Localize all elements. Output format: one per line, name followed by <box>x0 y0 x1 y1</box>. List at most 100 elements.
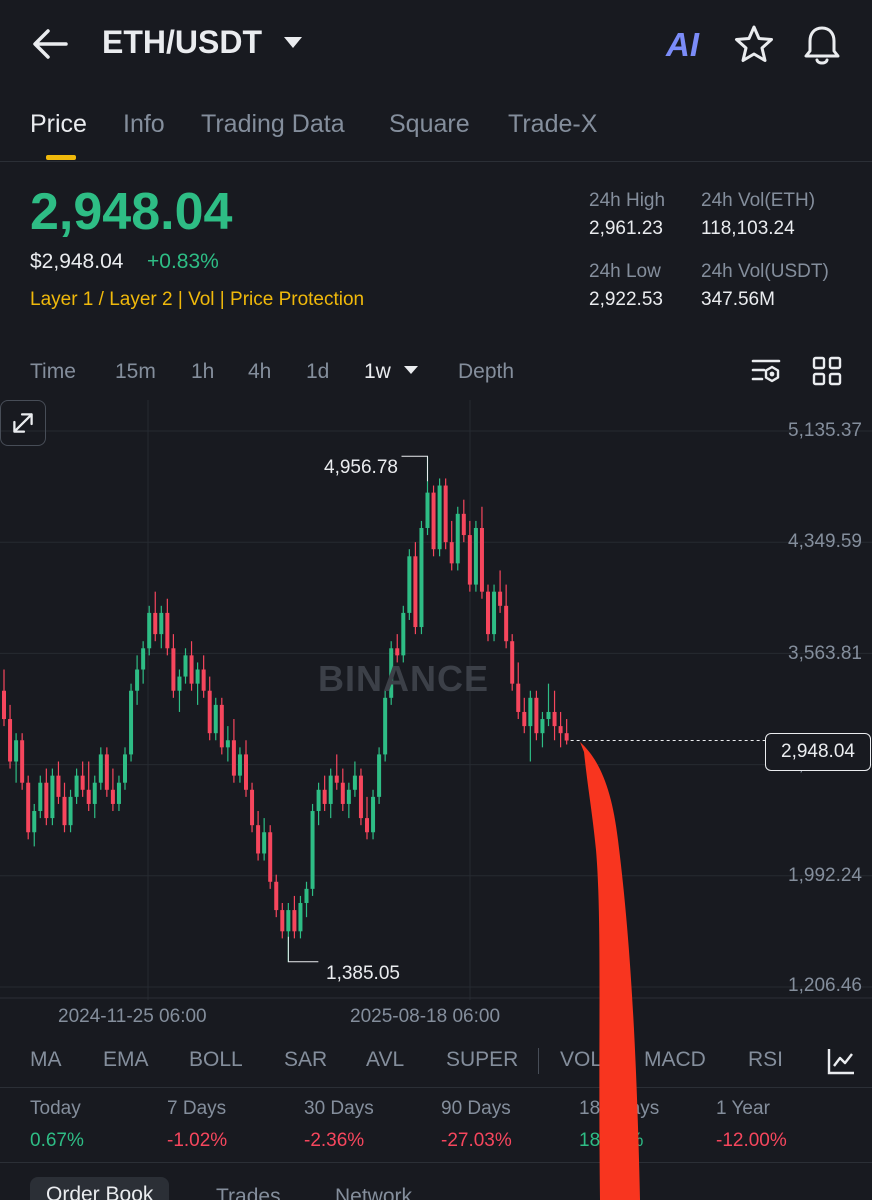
tab-trading-data[interactable]: Trading Data <box>201 110 345 139</box>
candle-body <box>546 711 551 720</box>
interval-1w[interactable]: 1w <box>364 360 391 384</box>
ai-icon[interactable]: AI <box>666 26 699 64</box>
tag-layer[interactable]: Layer 1 / Layer 2 <box>30 289 173 310</box>
perf-value: 0.67% <box>30 1130 84 1151</box>
candle-body <box>177 676 182 691</box>
indicator-sar[interactable]: SAR <box>284 1048 327 1072</box>
tab-network[interactable]: Network <box>335 1185 412 1200</box>
tag-row: Layer 1 / Layer 2 | Vol | Price Protecti… <box>30 289 365 310</box>
interval-1h[interactable]: 1h <box>191 360 214 384</box>
candle-body <box>564 733 569 741</box>
candle-body <box>510 641 515 684</box>
candle-body <box>86 789 91 804</box>
candle-body <box>62 796 67 826</box>
tab-square[interactable]: Square <box>389 110 470 139</box>
candle-body <box>92 782 97 804</box>
back-arrow-icon[interactable] <box>30 26 70 62</box>
indicator-vol[interactable]: VOL <box>560 1048 602 1072</box>
grid-layout-icon[interactable] <box>812 356 842 386</box>
bell-icon[interactable] <box>802 24 842 66</box>
perf-value: -2.36% <box>304 1130 365 1151</box>
tab-trade-x[interactable]: Trade-X <box>508 110 597 139</box>
candle-body <box>207 690 212 734</box>
perf-label: 90 Days <box>441 1098 511 1119</box>
tab-info[interactable]: Info <box>123 110 165 139</box>
x-tick-label: 2025-08-18 06:00 <box>350 1006 501 1027</box>
expand-icon[interactable] <box>0 400 46 446</box>
candle-body <box>116 782 121 804</box>
candle-body <box>298 903 303 932</box>
indicator-divider <box>538 1048 539 1074</box>
high-leader-line <box>401 455 428 482</box>
indicator-boll[interactable]: BOLL <box>189 1048 243 1072</box>
y-tick-label: 1,206.46 <box>788 975 862 996</box>
candle-body <box>401 612 406 656</box>
last-price: 2,948.04 <box>30 183 233 241</box>
y-tick-label: 3,563.81 <box>788 643 862 664</box>
low-value: 2,922.53 <box>589 289 663 310</box>
indicator-macd[interactable]: MACD <box>644 1048 706 1072</box>
perf-value: -27.03% <box>441 1130 512 1151</box>
interval-15m[interactable]: 15m <box>115 360 156 384</box>
candle-body <box>165 612 170 649</box>
candle-body <box>171 648 176 691</box>
tag-price-protection[interactable]: Price Protection <box>230 289 364 310</box>
indicator-ma[interactable]: MA <box>30 1048 62 1072</box>
candle-body <box>304 888 309 904</box>
candle-body <box>498 591 503 606</box>
interval-time[interactable]: Time <box>30 360 76 384</box>
candle-body <box>528 697 533 727</box>
vol-usdt-value: 347.56M <box>701 289 775 310</box>
tab-trades[interactable]: Trades <box>216 1185 281 1200</box>
indicator-rsi[interactable]: RSI <box>748 1048 783 1072</box>
low-leader-line <box>287 936 319 963</box>
interval-chevron-icon[interactable] <box>404 366 418 374</box>
candle-body <box>256 825 261 854</box>
candle-body <box>383 697 388 755</box>
candle-body <box>274 881 279 911</box>
perf-label: 30 Days <box>304 1098 374 1119</box>
bottom-tabs: Order Book Trades Network <box>0 1162 872 1200</box>
candle-body <box>8 719 13 762</box>
binance-watermark: BINANCE <box>318 658 490 699</box>
candle-body <box>358 775 363 819</box>
candlestick-chart[interactable] <box>0 400 872 1040</box>
chevron-down-icon[interactable] <box>284 37 302 48</box>
candle-body <box>352 775 357 790</box>
tag-vol[interactable]: Vol <box>188 289 214 310</box>
interval-depth[interactable]: Depth <box>458 360 514 384</box>
candle-body <box>346 789 351 804</box>
tab-price[interactable]: Price <box>30 110 87 139</box>
chart-settings-icon[interactable] <box>750 356 782 388</box>
perf-label: 1 Year <box>716 1098 770 1119</box>
y-tick-label: 1,992.24 <box>788 865 862 886</box>
pair-selector[interactable]: ETH/USDT <box>102 24 262 61</box>
candle-body <box>195 669 200 684</box>
candle-body <box>129 690 134 755</box>
candle-body <box>189 655 194 684</box>
current-price-label: 2,948.04 <box>765 733 871 771</box>
indicator-ema[interactable]: EMA <box>103 1048 149 1072</box>
indicator-avl[interactable]: AVL <box>366 1048 404 1072</box>
tab-order-book[interactable]: Order Book <box>30 1177 170 1200</box>
indicator-chart-icon[interactable] <box>826 1046 856 1076</box>
price-chart[interactable]: BINANCE 5,135.37 4,349.59 3,563.81 2,778… <box>0 400 872 1040</box>
candle-body <box>504 605 509 642</box>
star-icon[interactable] <box>734 24 774 64</box>
candle-body <box>183 655 188 677</box>
candle-body <box>395 648 400 656</box>
interval-1d[interactable]: 1d <box>306 360 329 384</box>
candle-body <box>479 527 484 592</box>
interval-4h[interactable]: 4h <box>248 360 271 384</box>
candle-body <box>316 789 321 812</box>
indicator-super[interactable]: SUPER <box>446 1048 518 1072</box>
candle-body <box>449 542 454 564</box>
low-label: 24h Low <box>589 261 661 282</box>
candle-body <box>431 492 436 550</box>
candle-body <box>262 832 267 854</box>
candle-body <box>237 754 242 776</box>
candle-body <box>443 485 448 543</box>
vol-usdt-label: 24h Vol(USDT) <box>701 261 829 282</box>
candle-body <box>328 775 333 804</box>
candle-body <box>516 683 521 712</box>
